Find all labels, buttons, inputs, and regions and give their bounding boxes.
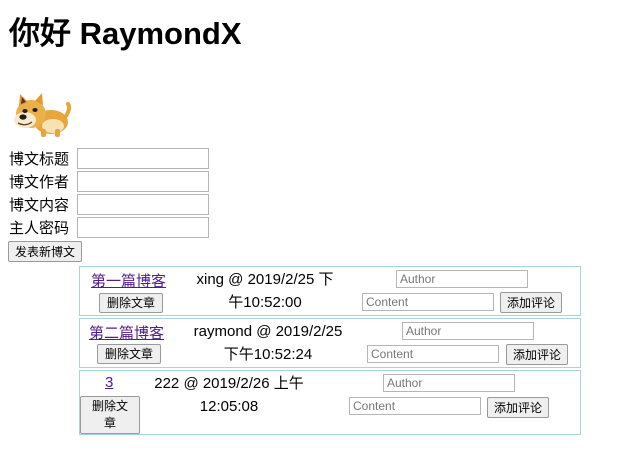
- post-title-link[interactable]: 第二篇博客: [89, 322, 164, 343]
- post-meta: 222 @ 2019/2/26 上午 12:05:08: [136, 372, 322, 418]
- post-item: 第二篇博客 raymond @ 2019/2/25 下午10:52:24 删除文…: [79, 318, 581, 368]
- password-label: 主人密码: [9, 219, 70, 237]
- add-comment-button[interactable]: 添加评论: [500, 292, 562, 313]
- comment-author-input[interactable]: [383, 374, 515, 392]
- post-meta-line2: 下午10:52:24: [223, 346, 313, 363]
- add-comment-button[interactable]: 添加评论: [506, 344, 568, 365]
- publish-post-button[interactable]: 发表新博文: [8, 241, 83, 262]
- post-meta: raymond @ 2019/2/25 下午10:52:24: [175, 320, 361, 366]
- post-item: 3 222 @ 2019/2/26 上午 12:05:08 删除文 章 添加评论: [79, 370, 581, 435]
- post-meta-line1: xing @ 2019/2/25 下: [196, 271, 334, 288]
- password-input[interactable]: [77, 216, 209, 238]
- comment-content-input[interactable]: [349, 397, 481, 415]
- comment-author-input[interactable]: [396, 270, 528, 288]
- post-meta-line2: 午10:52:00: [228, 294, 302, 311]
- delete-post-button[interactable]: 删除文 章: [80, 396, 140, 434]
- post-title-link[interactable]: 第一篇博客: [91, 270, 166, 291]
- doge-avatar-icon: [14, 93, 71, 137]
- delete-post-button[interactable]: 删除文章: [97, 344, 161, 364]
- add-comment-button[interactable]: 添加评论: [487, 397, 549, 418]
- comment-author-input[interactable]: [402, 322, 534, 340]
- post-meta-line1: raymond @ 2019/2/25: [193, 323, 343, 340]
- author-label: 博文作者: [9, 173, 70, 191]
- delete-label-line1: 删除文: [91, 399, 128, 413]
- author-row: 博文作者: [9, 170, 209, 192]
- blog-page: 你好 RaymondX 博文标题 博文作者 博文内容 主人密码 发表新博文 第一…: [0, 0, 643, 469]
- post-meta-line2: 12:05:08: [199, 398, 259, 415]
- delete-post-button[interactable]: 删除文章: [99, 293, 163, 313]
- post-title-link[interactable]: 3: [105, 374, 113, 391]
- content-input[interactable]: [77, 193, 209, 215]
- greeting-heading: 你好 RaymondX: [9, 16, 242, 51]
- title-input[interactable]: [77, 147, 209, 169]
- comment-content-input[interactable]: [367, 345, 499, 363]
- title-row: 博文标题: [9, 147, 209, 169]
- content-row: 博文内容: [9, 193, 209, 215]
- password-row: 主人密码: [9, 216, 209, 238]
- author-input[interactable]: [77, 170, 209, 192]
- post-item: 第一篇博客 xing @ 2019/2/25 下 午10:52:00 删除文章 …: [79, 266, 581, 316]
- comment-content-input[interactable]: [362, 293, 494, 311]
- title-label: 博文标题: [9, 150, 70, 168]
- content-label: 博文内容: [9, 196, 70, 214]
- delete-label-line2: 章: [103, 416, 116, 430]
- post-meta-line1: 222 @ 2019/2/26 上午: [154, 375, 304, 392]
- post-meta: xing @ 2019/2/25 下 午10:52:00: [180, 268, 350, 314]
